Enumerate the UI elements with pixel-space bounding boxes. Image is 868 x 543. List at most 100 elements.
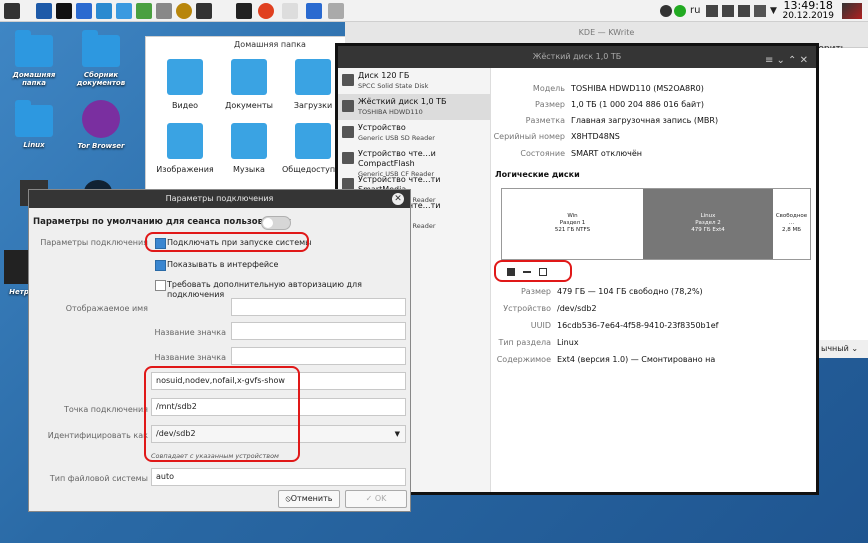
device-item[interactable]: Устройство чте…и CompactFlash Generic USB…: [338, 146, 490, 178]
kwrite-title: KDE — KWrite: [578, 28, 635, 37]
symbolic-icon-label: Название значка: [154, 353, 226, 362]
settings-tray-icon[interactable]: [660, 5, 672, 17]
desktop-icon-docs[interactable]: Сборник документов: [70, 30, 132, 87]
folder-videos[interactable]: Видео: [154, 59, 216, 110]
kwrite-mode-label: ычный: [821, 344, 849, 353]
highlight-startup: [145, 232, 309, 252]
folder-music[interactable]: Музыка: [218, 123, 280, 174]
clock-date: 20.12.2019: [782, 11, 834, 21]
device-sub: TOSHIBA HDWD110: [358, 108, 423, 116]
photos-icon[interactable]: [328, 3, 344, 19]
partition-name: Win: [567, 213, 578, 219]
calculator-icon[interactable]: [96, 3, 112, 19]
detail-label: Размер: [520, 287, 551, 296]
prop-value: X8HTD48NS: [571, 132, 620, 141]
mount-point-label: Точка подключения: [63, 405, 148, 414]
partition-win[interactable]: Win Раздел 1 521 ГБ NTFS: [502, 189, 643, 259]
partition-sub: 479 ГБ Ext4: [691, 227, 725, 233]
icon-name-label: Название значка: [154, 328, 226, 337]
kwrite-mode-select[interactable]: ычный ⌄: [819, 340, 868, 358]
require-auth-checkbox[interactable]: Требовать дополнительную авторизацию для…: [155, 280, 410, 300]
cancel-button[interactable]: ⦸Отменить: [278, 490, 340, 508]
browser-icon[interactable]: [258, 3, 274, 19]
device-name: Устройство чте…и CompactFlash: [358, 149, 436, 168]
update-tray-icon[interactable]: [674, 5, 686, 17]
partition-sub: Раздел 2: [695, 220, 721, 226]
ssd-icon: [342, 74, 354, 86]
display-name-input[interactable]: [231, 298, 406, 316]
desktop-icon-label: Нетр: [9, 288, 29, 296]
monitor-icon[interactable]: [136, 3, 152, 19]
network-icon[interactable]: [706, 5, 718, 17]
public-folder-icon: [295, 123, 331, 159]
device-sub: SPCC Solid State Disk: [358, 82, 429, 90]
check-icon: ✓: [365, 494, 375, 503]
ok-label: OK: [374, 494, 387, 503]
downloads-folder-icon: [295, 59, 331, 95]
update-icon[interactable]: [176, 3, 192, 19]
battery-icon[interactable]: [738, 5, 750, 17]
partition-free[interactable]: Свободное ... 2,8 МБ: [773, 189, 810, 259]
home-folder-icon: [15, 30, 53, 67]
folder-documents[interactable]: Документы: [218, 59, 280, 110]
documents-folder-icon: [231, 59, 267, 95]
detail-value: Ext4 (версия 1.0) — Смонтировано на: [557, 355, 716, 364]
cancel-label: Отменить: [290, 494, 333, 503]
symbolic-icon-input[interactable]: [231, 347, 406, 365]
desktop-icon-tor[interactable]: Tor Browser: [70, 100, 132, 150]
apps-menu-icon[interactable]: [4, 3, 20, 19]
session-defaults-toggle[interactable]: [261, 216, 291, 230]
disks-titlebar: Жёсткий диск 1,0 ТБ ≡ ⌄ ⌃ ✕: [338, 46, 816, 68]
card-reader-icon: [342, 126, 354, 138]
device-name: Устройство: [358, 123, 406, 132]
session-defaults-label: Параметры по умолчанию для сеанса пользо…: [33, 217, 292, 227]
detail-label: Содержимое: [496, 355, 551, 364]
prop-value: 1,0 ТБ (1 000 204 886 016 байт): [571, 100, 705, 109]
mount-options-label: Параметры подключения: [40, 238, 148, 247]
volume-map: Win Раздел 1 521 ГБ NTFS Linux Раздел 2 479 …: [501, 188, 811, 260]
device-sub: Generic USB SD Reader: [358, 134, 435, 142]
screenshot-icon[interactable]: [236, 3, 252, 19]
partition-sub: 521 ГБ NTFS: [554, 227, 591, 233]
files-icon[interactable]: [282, 3, 298, 19]
detail-value: 479 ГБ — 104 ГБ свободно (78,2%): [557, 287, 703, 296]
device-item[interactable]: Устройство Generic USB SD Reader: [338, 120, 490, 146]
prop-value: Главная загрузочная запись (MBR): [571, 116, 719, 125]
detail-value: Linux: [557, 338, 579, 347]
display-icon[interactable]: [722, 5, 734, 17]
image-viewer-icon[interactable]: [116, 3, 132, 19]
desktop-icon-home[interactable]: Домашняя папка: [3, 30, 65, 87]
chevron-down-icon[interactable]: ▼: [770, 3, 777, 19]
partition-sub: Раздел 1: [559, 220, 586, 226]
keyboard-layout[interactable]: ru: [690, 3, 700, 19]
dialog-titlebar: Параметры подключения ✕: [29, 190, 410, 208]
partition-linux[interactable]: Linux Раздел 2 479 ГБ Ext4: [643, 189, 773, 259]
disks-icon[interactable]: [156, 3, 172, 19]
folder-pictures[interactable]: Изображения: [154, 123, 216, 174]
folder-label: Музыка: [233, 165, 265, 174]
show-in-ui-checkbox[interactable]: Показывать в интерфейсе: [155, 260, 278, 271]
device-name: Жёсткий диск 1,0 ТБ: [358, 97, 447, 106]
desktop-icon[interactable]: [36, 3, 52, 19]
window-icon[interactable]: [306, 3, 322, 19]
ok-button[interactable]: ✓ OK: [345, 490, 407, 508]
volumes-heading: Логические диски: [495, 170, 580, 179]
fs-type-input[interactable]: auto: [151, 468, 406, 486]
linux-folder-icon: [15, 100, 53, 137]
icon-name-input[interactable]: [231, 322, 406, 340]
device-item[interactable]: Диск 120 ГБ SPCC Solid State Disk: [338, 68, 490, 94]
monitor2-icon[interactable]: [196, 3, 212, 19]
show-desktop-icon[interactable]: [842, 3, 862, 19]
detail-label: Тип раздела: [498, 338, 551, 347]
highlight-toolbar: [494, 260, 572, 282]
terminal-icon[interactable]: [56, 3, 72, 19]
dialog-body: Параметры по умолчанию для сеанса пользо…: [29, 208, 410, 511]
device-item-selected[interactable]: Жёсткий диск 1,0 ТБ TOSHIBA HDWD110: [338, 94, 490, 120]
close-icon[interactable]: ✕: [392, 193, 404, 205]
volume-icon[interactable]: [754, 5, 766, 17]
video-folder-icon: [167, 59, 203, 95]
desktop-icon-linux[interactable]: Linux: [3, 100, 65, 149]
prop-label: Модель: [532, 84, 565, 93]
editor-icon[interactable]: [76, 3, 92, 19]
clock[interactable]: 13:49:18 20.12.2019: [782, 0, 834, 21]
